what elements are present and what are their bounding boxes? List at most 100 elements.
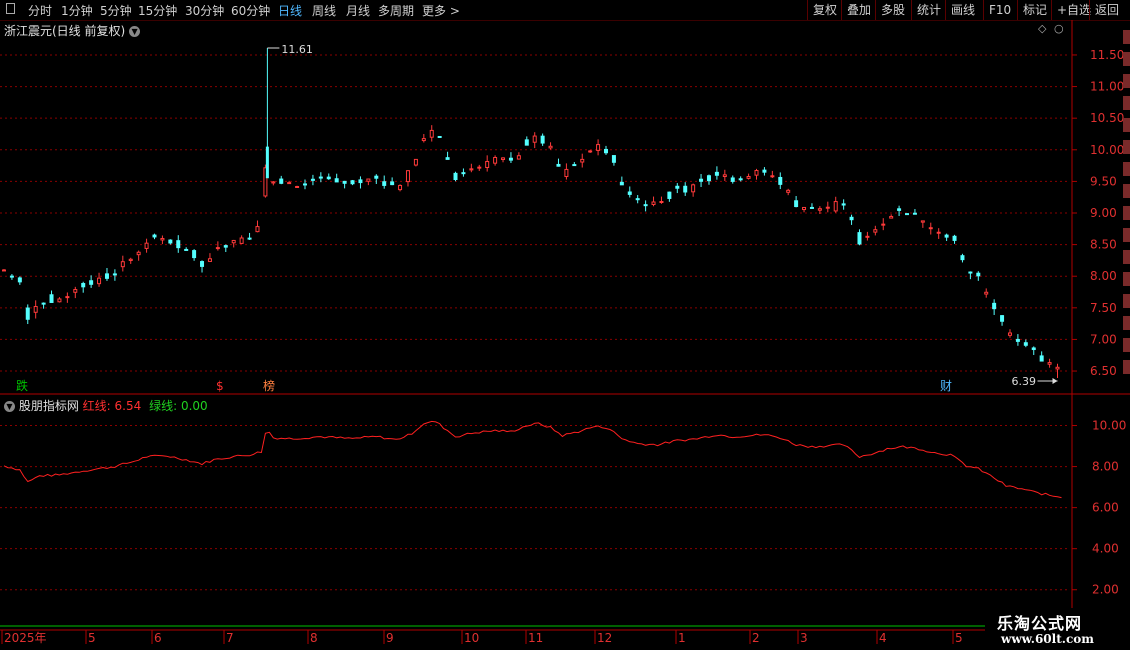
candle-body [57, 298, 62, 303]
candle-body [984, 291, 989, 295]
candle-body [778, 176, 783, 185]
candle-body [524, 139, 529, 146]
side-panel-glyph [1123, 250, 1130, 264]
candle-body [184, 248, 189, 251]
candle-body [207, 258, 212, 262]
side-panel-glyph [1123, 360, 1130, 374]
time-axis-label: 5 [955, 631, 963, 645]
candle-body [548, 145, 553, 149]
event-marker-1: $ [216, 379, 224, 393]
candle-body [200, 261, 205, 267]
chevron-down-icon[interactable]: ▼ [4, 401, 15, 412]
candle-body [699, 178, 704, 182]
side-panel-glyph [1123, 206, 1130, 220]
time-axis-label: 3 [800, 631, 808, 645]
candle-body [318, 176, 323, 179]
candle-body [65, 296, 70, 299]
candle-body [1023, 342, 1028, 346]
candle-body [667, 191, 672, 199]
low-price-label: 6.39 [1012, 375, 1037, 388]
candle-body [374, 175, 379, 179]
candle-body [675, 185, 680, 189]
candle-body [342, 180, 347, 184]
candle-body [992, 302, 997, 310]
candle-body [350, 180, 355, 185]
candle-body [223, 245, 228, 248]
candle-body [540, 135, 545, 144]
indicator-tick-label: 10.00 [1092, 419, 1126, 433]
candle-body [794, 200, 799, 208]
candle-body [144, 242, 149, 249]
candle-body [413, 158, 418, 166]
candle-body [889, 216, 894, 219]
candle-body [762, 169, 767, 173]
price-tick-label: 11.00 [1090, 80, 1124, 94]
circle-icon[interactable]: ○ [1054, 22, 1064, 35]
candle-body [437, 135, 442, 138]
candle-body [714, 171, 719, 176]
candle-body [746, 175, 751, 179]
price-tick-label: 8.00 [1090, 269, 1117, 283]
candle-body [936, 231, 941, 234]
candle-body [841, 203, 846, 206]
candle-body [825, 206, 830, 209]
time-axis-label: 8 [310, 631, 318, 645]
candle-body [358, 179, 363, 184]
stock-chart: 11.5011.0010.5010.009.509.008.508.007.50… [0, 20, 1130, 650]
green-line-label: 绿线: [149, 399, 178, 413]
candle-body [1055, 366, 1060, 370]
chart-title: 浙江震元(日线 前复权) ▼ [4, 22, 141, 39]
candle-body [683, 185, 688, 193]
candle-body [754, 170, 759, 176]
price-tick-label: 9.00 [1090, 206, 1117, 220]
chevron-down-icon[interactable]: ▼ [129, 26, 141, 37]
side-panel-glyph [1123, 228, 1130, 242]
diamond-icon[interactable]: ◇ [1038, 22, 1046, 35]
candle-body [786, 189, 791, 193]
side-panel-glyph [1123, 74, 1130, 88]
candle-body [912, 212, 917, 215]
time-axis-label: 4 [879, 631, 887, 645]
time-axis-label: 9 [386, 631, 394, 645]
time-axis-label: 2025年 [4, 631, 47, 645]
candle-body [33, 306, 38, 313]
side-panel-glyph [1123, 184, 1130, 198]
event-marker-0: 跌 [16, 378, 28, 393]
candle-body [881, 223, 886, 226]
price-tick-label: 8.50 [1090, 238, 1117, 252]
side-panel-glyph [1123, 140, 1130, 154]
candle-body [619, 181, 624, 186]
time-axis-label: 12 [597, 631, 612, 645]
side-panel-glyph [1123, 294, 1130, 308]
candle-body [960, 255, 965, 261]
candle-body [382, 181, 387, 186]
indicator-tick-label: 4.00 [1092, 542, 1119, 556]
candle-body [635, 198, 640, 201]
candle-body [722, 174, 727, 178]
indicator-tick-label: 8.00 [1092, 460, 1119, 474]
watermark-url: www.60lt.com [1001, 632, 1094, 646]
candle-body [41, 302, 46, 305]
time-axis-label: 10 [464, 631, 479, 645]
candle-body [104, 273, 109, 279]
candle-body [817, 208, 822, 211]
candle-body [572, 164, 577, 167]
candle-body [287, 182, 292, 185]
candle-body [279, 178, 284, 184]
candle-body [944, 234, 949, 238]
price-tick-label: 7.00 [1090, 332, 1117, 346]
high-price-label: 11.61 [281, 43, 313, 56]
candle-body [516, 155, 521, 160]
candle-body [596, 144, 601, 151]
candle-body [9, 275, 14, 278]
candle-body [73, 289, 78, 293]
candle-body [445, 157, 450, 160]
candle-body [97, 277, 102, 285]
candle-body [493, 157, 498, 164]
candle-body [334, 178, 339, 183]
candle-body [421, 138, 426, 142]
candle-body [833, 201, 838, 212]
candle-body [168, 239, 173, 244]
candle-body [120, 261, 125, 268]
candle-body [247, 237, 252, 240]
